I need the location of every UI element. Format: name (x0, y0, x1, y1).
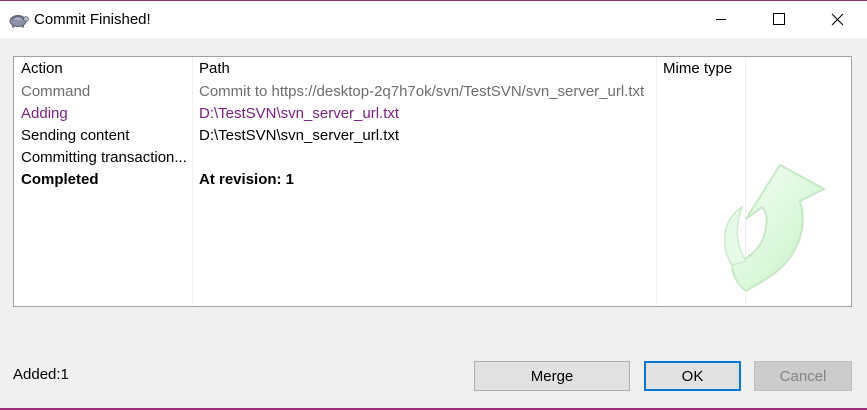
log-path: Commit to https://desktop-2q7h7ok/svn/Te… (199, 83, 645, 100)
close-icon (831, 13, 844, 26)
minimize-button[interactable] (692, 1, 750, 37)
log-row[interactable]: Adding D:\TestSVN\svn_server_url.txt (14, 102, 851, 124)
cancel-button[interactable]: Cancel (754, 361, 852, 391)
log-row[interactable]: Completed At revision: 1 (14, 168, 851, 190)
status-added-count: Added:1 (13, 366, 69, 383)
list-header: Action Path Mime type (14, 57, 851, 79)
log-row[interactable]: Sending content D:\TestSVN\svn_server_ur… (14, 124, 851, 146)
title-bar[interactable]: Commit Finished! (0, 1, 867, 38)
maximize-button[interactable] (750, 1, 808, 37)
log-action: Completed (21, 171, 99, 188)
log-path: D:\TestSVN\svn_server_url.txt (199, 127, 400, 144)
log-path: At revision: 1 (199, 171, 295, 188)
minimize-icon (715, 13, 727, 25)
close-button[interactable] (808, 1, 866, 37)
log-row[interactable]: Committing transaction... (14, 146, 851, 168)
log-row[interactable]: Command Commit to https://desktop-2q7h7o… (14, 80, 851, 102)
log-action: Command (21, 83, 91, 100)
column-header-action[interactable]: Action (21, 60, 63, 77)
log-action: Adding (21, 105, 68, 122)
log-action: Sending content (21, 127, 130, 144)
tortoise-icon (7, 9, 29, 29)
window-title: Commit Finished! (34, 11, 151, 28)
commit-log-list[interactable]: Action Path Mime type Command Commit to … (13, 56, 852, 307)
column-header-mime-type[interactable]: Mime type (663, 60, 732, 77)
ok-button[interactable]: OK (644, 361, 741, 391)
log-path: D:\TestSVN\svn_server_url.txt (199, 105, 400, 122)
maximize-icon (773, 13, 785, 25)
log-action: Committing transaction... (21, 149, 187, 166)
column-header-path[interactable]: Path (199, 60, 230, 77)
merge-button[interactable]: Merge (474, 361, 630, 391)
